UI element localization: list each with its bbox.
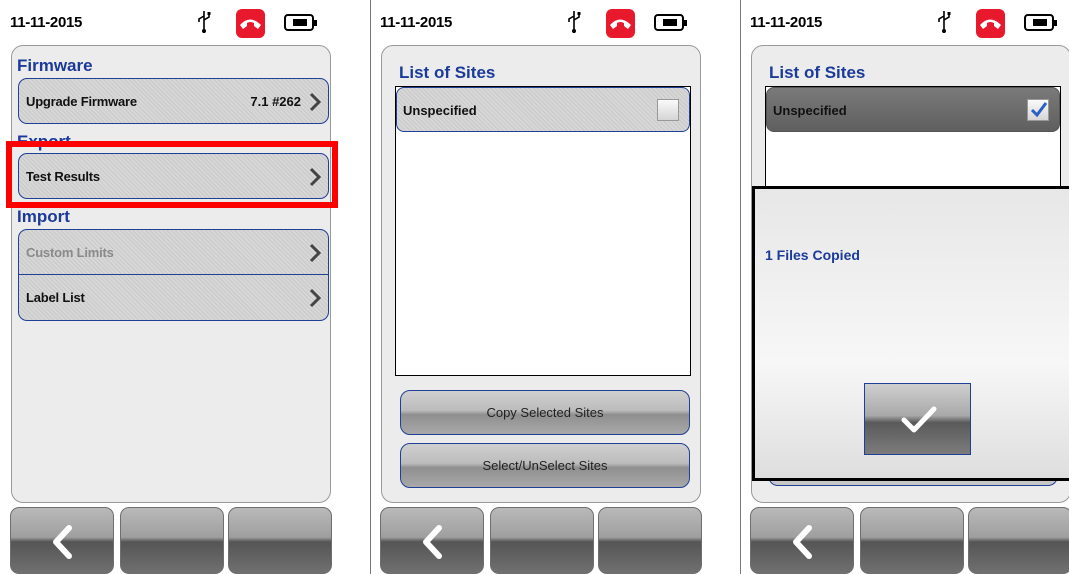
phone-hangup-icon[interactable]	[606, 9, 635, 38]
phone-hangup-icon[interactable]	[236, 9, 265, 38]
firmware-version: 7.1 #262	[250, 94, 301, 109]
softkey-2[interactable]	[860, 507, 964, 574]
list-item[interactable]: Unspecified	[766, 87, 1060, 132]
select-unselect-sites-button[interactable]: Select/UnSelect Sites	[400, 443, 690, 488]
divider	[740, 0, 741, 574]
highlight-test-results	[6, 141, 338, 208]
date-label: 11-11-2015	[380, 14, 453, 31]
back-icon	[793, 525, 812, 559]
list-title: List of Sites	[769, 63, 866, 82]
status-bar: 11-11-2015	[378, 0, 704, 46]
screen-file-manager: 11-11-2015 Firmware Upgrade Firmware 7.1…	[8, 0, 334, 574]
ok-button[interactable]	[864, 383, 971, 455]
usb-icon	[568, 11, 581, 33]
battery-icon	[654, 14, 687, 31]
copy-selected-sites-label: Copy Selected Sites	[486, 405, 604, 420]
section-title-firmware: Firmware	[17, 56, 93, 75]
softkey-bar	[378, 504, 704, 574]
dialog-message: 1 Files Copied	[765, 247, 860, 263]
back-button[interactable]	[750, 507, 854, 574]
label-list-label: Label List	[26, 290, 85, 305]
softkey-3[interactable]	[228, 507, 332, 574]
softkey-3[interactable]	[968, 507, 1069, 574]
back-button[interactable]	[380, 507, 484, 574]
battery-icon	[284, 14, 317, 31]
custom-limits-button[interactable]: Custom Limits	[18, 229, 329, 275]
softkey-bar	[748, 504, 1069, 574]
chevron-right-icon	[309, 288, 322, 308]
screen-files-copied: 11-11-2015 List of Sites Unspecified 1 F…	[748, 0, 1069, 574]
chevron-right-icon	[309, 92, 322, 112]
list-item[interactable]: Unspecified	[396, 87, 690, 132]
softkey-3[interactable]	[598, 507, 702, 574]
site-checkbox[interactable]	[657, 99, 679, 121]
softkey-bar	[8, 504, 334, 574]
content-panel: List of Sites Unspecified Copy Selected …	[381, 45, 701, 503]
date-label: 11-11-2015	[750, 14, 823, 31]
divider	[370, 0, 371, 574]
files-copied-dialog: 1 Files Copied	[752, 186, 1069, 481]
status-bar: 11-11-2015	[8, 0, 334, 46]
back-icon	[53, 525, 72, 559]
checkmark-icon	[901, 406, 937, 433]
date-label: 11-11-2015	[10, 14, 83, 31]
back-button[interactable]	[10, 507, 114, 574]
list-title: List of Sites	[399, 63, 496, 82]
upgrade-firmware-label: Upgrade Firmware	[26, 94, 137, 109]
site-checkbox[interactable]	[1027, 99, 1049, 121]
label-list-button[interactable]: Label List	[18, 275, 329, 321]
status-bar: 11-11-2015	[748, 0, 1069, 46]
phone-hangup-icon[interactable]	[976, 9, 1005, 38]
custom-limits-label: Custom Limits	[26, 245, 114, 260]
sites-list: Unspecified	[395, 86, 691, 376]
site-label: Unspecified	[403, 103, 477, 118]
battery-icon	[1024, 14, 1057, 31]
softkey-2[interactable]	[490, 507, 594, 574]
usb-icon	[198, 11, 211, 33]
section-title-import: Import	[17, 207, 70, 226]
upgrade-firmware-button[interactable]: Upgrade Firmware 7.1 #262	[18, 78, 329, 124]
select-unselect-sites-label: Select/UnSelect Sites	[482, 458, 608, 473]
screen-list-of-sites: 11-11-2015 List of Sites Unspecified Cop…	[378, 0, 704, 574]
back-icon	[423, 525, 442, 559]
copy-selected-sites-button[interactable]: Copy Selected Sites	[400, 390, 690, 435]
site-label: Unspecified	[773, 103, 847, 118]
usb-icon	[938, 11, 951, 33]
softkey-2[interactable]	[120, 507, 224, 574]
content-panel: Firmware Upgrade Firmware 7.1 #262 Expor…	[11, 45, 331, 503]
chevron-right-icon	[309, 243, 322, 263]
checkmark-icon	[1030, 102, 1048, 118]
